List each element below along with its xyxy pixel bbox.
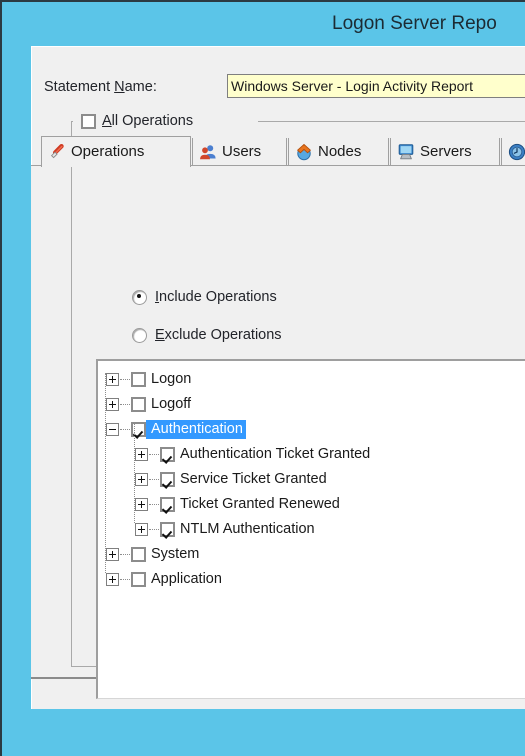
expand-plus-icon[interactable] — [106, 373, 119, 386]
application-window: Logon Server Repo Statement Name: Window… — [0, 0, 525, 756]
tree-node-checkbox[interactable] — [160, 522, 175, 537]
include-operations-label: Include Operations — [155, 289, 277, 305]
tree-connector-line — [120, 403, 130, 406]
expand-plus-icon[interactable] — [135, 448, 148, 461]
expand-plus-icon[interactable] — [106, 548, 119, 561]
tree-node-label: NTLM Authentication — [180, 521, 315, 537]
screwdriver-icon — [48, 143, 66, 161]
tree-node-checkbox[interactable] — [131, 397, 146, 412]
exclude-operations-label-text: xclude Operations — [164, 327, 282, 343]
tree-node-label: Logon — [151, 371, 192, 387]
statement-name-input[interactable]: Windows Server - Login Activity Report — [227, 74, 525, 98]
all-operations-label-text: ll Operations — [111, 113, 194, 129]
tree-node-label: Application — [151, 571, 222, 587]
include-operations-label-text: nclude Operations — [159, 289, 277, 305]
operations-tree[interactable]: Logon Logoff Authentication Authentication … — [96, 359, 525, 699]
tree-node[interactable]: NTLM Authentication — [106, 517, 525, 542]
tree-connector-line — [120, 428, 130, 431]
exclude-operations-radio-dot[interactable] — [132, 327, 147, 343]
tree-node-label: Logoff — [151, 396, 192, 412]
tree-node[interactable]: Logon — [106, 367, 525, 392]
tree-node[interactable]: Ticket Granted Renewed — [106, 492, 525, 517]
tree-node-checkbox[interactable] — [131, 372, 146, 387]
tree-node-label: Ticket Granted Renewed — [180, 496, 340, 512]
tree-connector-line — [120, 553, 130, 556]
tree-node-checkbox[interactable] — [160, 447, 175, 462]
tree-node-checkbox[interactable] — [160, 472, 175, 487]
tree-connector-line — [149, 478, 159, 481]
tab-operations[interactable]: Operations — [41, 136, 191, 167]
expand-plus-icon[interactable] — [135, 498, 148, 511]
tree-node[interactable]: System — [106, 542, 525, 567]
tree-node[interactable]: Authentication — [106, 417, 525, 442]
dialog-client-area: Statement Name: Windows Server - Login A… — [31, 46, 525, 709]
statement-name-label-text-before: Statement — [44, 79, 115, 95]
exclude-operations-label: Exclude Operations — [155, 327, 282, 343]
statement-name-label: Statement Name: — [44, 79, 157, 95]
tree-node[interactable]: Application — [106, 567, 525, 592]
tree-node-label: Service Ticket Granted — [180, 471, 327, 487]
tree-node-label: Authentication Ticket Granted — [180, 446, 371, 462]
expand-plus-icon[interactable] — [106, 398, 119, 411]
tree-connector-line — [120, 378, 130, 381]
expand-plus-icon[interactable] — [106, 573, 119, 586]
include-operations-radio-dot[interactable] — [132, 289, 147, 305]
statement-name-accel-key: N — [114, 79, 125, 95]
tree-trunk-line-authentication — [133, 423, 135, 523]
operations-tree-body: Logon Logoff Authentication Authentication … — [98, 361, 525, 592]
tree-node-label: Authentication — [146, 420, 246, 439]
tree-node[interactable]: Authentication Ticket Granted — [106, 442, 525, 467]
tree-node-checkbox[interactable] — [131, 547, 146, 562]
tree-node[interactable]: Logoff — [106, 392, 525, 417]
tree-connector-line — [149, 453, 159, 456]
all-operations-checkbox-box[interactable] — [81, 113, 96, 129]
statement-name-label-text-after: ame: — [124, 79, 157, 95]
tree-trunk-line-root — [104, 373, 106, 573]
include-operations-radio[interactable]: Include Operations — [132, 289, 277, 305]
tree-node[interactable]: Service Ticket Granted — [106, 467, 525, 492]
window-title: Logon Server Repo — [332, 13, 497, 34]
all-operations-checkbox[interactable]: All Operations — [81, 113, 193, 129]
exclude-operations-radio[interactable]: Exclude Operations — [132, 327, 282, 343]
tree-connector-line — [149, 503, 159, 506]
window-titlebar: Logon Server Repo — [2, 2, 525, 46]
all-operations-accel-key: A — [102, 113, 112, 129]
tree-node-checkbox[interactable] — [160, 497, 175, 512]
exclude-operations-accel-key: E — [155, 327, 165, 343]
expand-plus-icon[interactable] — [135, 473, 148, 486]
all-operations-label: All Operations — [102, 113, 193, 129]
tree-connector-line — [120, 578, 130, 581]
tree-node-label: System — [151, 546, 200, 562]
expand-plus-icon[interactable] — [135, 523, 148, 536]
tree-connector-line — [149, 528, 159, 531]
collapse-minus-icon[interactable] — [106, 423, 119, 436]
tree-node-checkbox[interactable] — [131, 572, 146, 587]
tab-operations-label: Operations — [71, 142, 145, 160]
